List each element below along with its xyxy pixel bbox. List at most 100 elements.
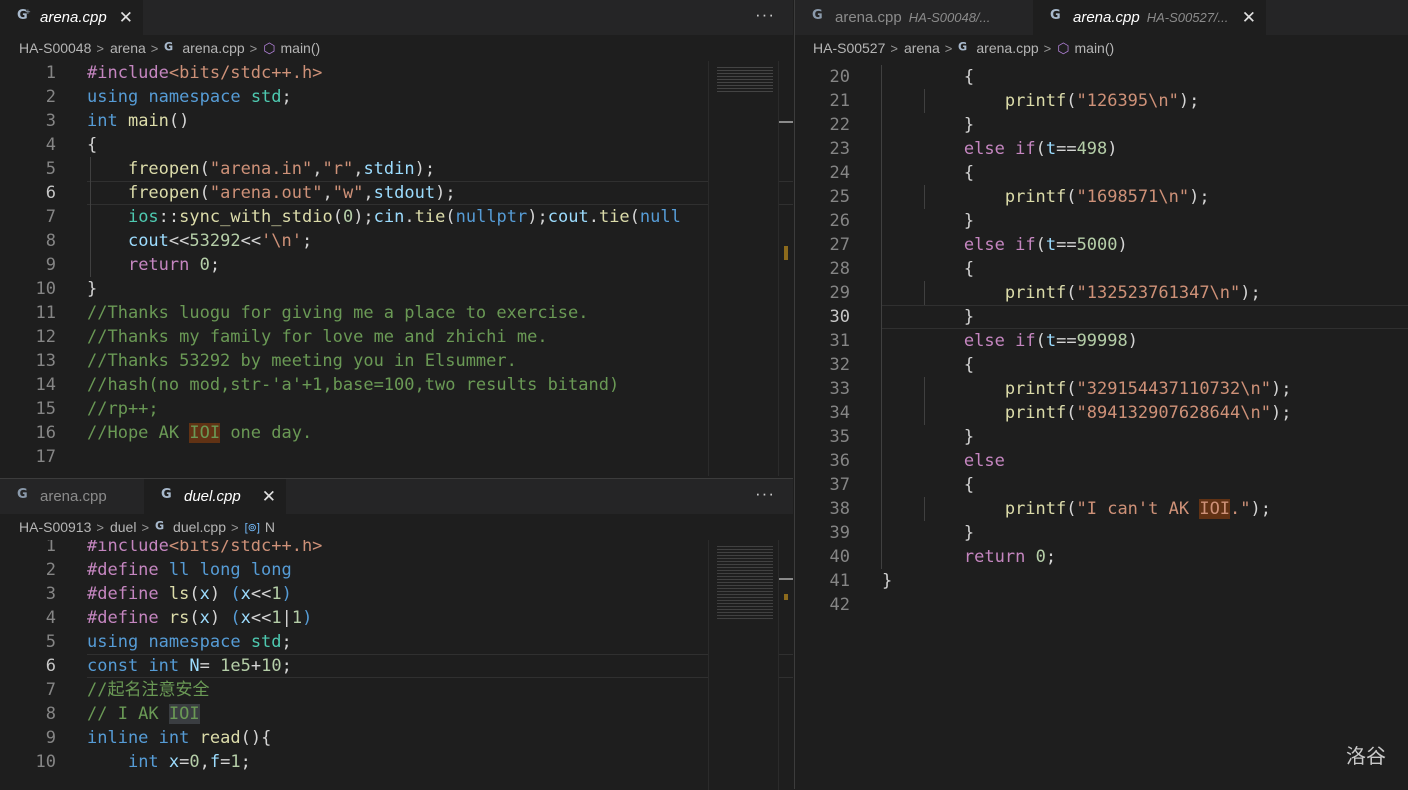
code-line[interactable]: 27 else if(t==5000) — [795, 233, 1408, 257]
code-line[interactable]: 17 — [0, 445, 793, 469]
breadcrumb-subfolder[interactable]: arena — [110, 40, 146, 56]
code-text[interactable]: printf("I can't AK IOI."); — [882, 497, 1271, 521]
line-number[interactable]: 3 — [0, 582, 56, 606]
code-editor[interactable]: 1 #include<bits/stdc++.h> 2 using namespace… — [0, 61, 793, 476]
code-line[interactable]: 30 } — [795, 305, 1408, 329]
code-editor[interactable]: 20 {21 printf("126395\n"); 22 } 23 else if… — [795, 61, 1408, 789]
line-number[interactable]: 37 — [795, 473, 850, 497]
code-text[interactable]: return 0; — [882, 545, 1056, 569]
breadcrumb-folder[interactable]: HA-S00913 — [19, 519, 91, 535]
line-number[interactable]: 21 — [795, 89, 850, 113]
code-text[interactable]: { — [882, 161, 974, 185]
code-line[interactable]: 8 // I AK IOI — [0, 702, 793, 726]
code-text[interactable]: int x=0,f=1; — [87, 750, 251, 774]
code-text[interactable]: { — [882, 353, 974, 377]
code-text[interactable]: else if(t==498) — [882, 137, 1118, 161]
code-text[interactable]: //Thanks 53292 by meeting you in Elsumme… — [87, 349, 517, 373]
code-text[interactable]: } — [882, 425, 974, 449]
code-text[interactable]: } — [882, 521, 974, 545]
code-text[interactable]: printf("894132907628644\n"); — [882, 401, 1292, 425]
line-number[interactable]: 4 — [0, 606, 56, 630]
code-line[interactable]: 3 #define ls(x) (x<<1) — [0, 582, 793, 606]
more-actions-icon[interactable]: ··· — [755, 479, 775, 509]
code-line[interactable]: 25 printf("1698571\n"); — [795, 185, 1408, 209]
code-line[interactable]: 6 const int N= 1e5+10; — [0, 654, 793, 678]
code-text[interactable]: const int N= 1e5+10; — [87, 654, 292, 678]
code-line[interactable]: 34 printf("894132907628644\n"); — [795, 401, 1408, 425]
code-text[interactable]: #define ll long long — [87, 558, 292, 582]
code-text[interactable]: { — [882, 257, 974, 281]
code-text[interactable]: int main() — [87, 109, 189, 133]
code-text[interactable]: } — [882, 113, 974, 137]
line-number[interactable]: 41 — [795, 569, 850, 593]
line-number[interactable]: 10 — [0, 750, 56, 774]
code-text[interactable]: printf("329154437110732\n"); — [882, 377, 1292, 401]
code-text[interactable]: using namespace std; — [87, 85, 292, 109]
line-number[interactable]: 4 — [0, 133, 56, 157]
line-number[interactable]: 3 — [0, 109, 56, 133]
line-number[interactable]: 17 — [0, 445, 56, 469]
vertical-scrollbar[interactable] — [778, 61, 793, 476]
line-number[interactable]: 2 — [0, 558, 56, 582]
line-number[interactable]: 1 — [0, 540, 56, 558]
breadcrumb-symbol[interactable]: N — [265, 519, 275, 535]
line-number[interactable]: 31 — [795, 329, 850, 353]
breadcrumb-folder[interactable]: HA-S00048 — [19, 40, 91, 56]
code-line[interactable]: 5 using namespace std; — [0, 630, 793, 654]
line-number[interactable]: 11 — [0, 301, 56, 325]
code-text[interactable]: printf("132523761347\n"); — [882, 281, 1261, 305]
line-number[interactable]: 2 — [0, 85, 56, 109]
more-actions-icon[interactable]: ··· — [755, 0, 775, 30]
code-text[interactable]: #define rs(x) (x<<1|1) — [87, 606, 312, 630]
code-text[interactable]: return 0; — [87, 253, 220, 277]
code-text[interactable]: else if(t==99998) — [882, 329, 1138, 353]
line-number[interactable]: 27 — [795, 233, 850, 257]
line-number[interactable]: 30 — [795, 305, 850, 329]
line-number[interactable]: 9 — [0, 253, 56, 277]
line-number[interactable]: 34 — [795, 401, 850, 425]
code-text[interactable]: } — [882, 305, 974, 329]
code-line[interactable]: 31 else if(t==99998) — [795, 329, 1408, 353]
code-text[interactable]: freopen("arena.in","r",stdin); — [87, 157, 435, 181]
breadcrumb-symbol[interactable]: main() — [1075, 40, 1115, 56]
code-line[interactable]: 10} — [0, 277, 793, 301]
code-line[interactable]: 7 //起名注意安全 — [0, 678, 793, 702]
code-line[interactable]: 11 //Thanks luogu for giving me a place t… — [0, 301, 793, 325]
line-number[interactable]: 33 — [795, 377, 850, 401]
code-line[interactable]: 28 { — [795, 257, 1408, 281]
line-number[interactable]: 5 — [0, 630, 56, 654]
code-line[interactable]: 16 //Hope AK IOI one day. — [0, 421, 793, 445]
code-editor[interactable]: 1 #include<bits/stdc++.h> 2 #define ll long… — [0, 540, 793, 790]
tab-arena-cpp[interactable]: G + arena.cpp ✕ — [0, 0, 143, 35]
line-number[interactable]: 14 — [0, 373, 56, 397]
code-line[interactable]: 4{ — [0, 133, 793, 157]
line-number[interactable]: 6 — [0, 654, 56, 678]
line-number[interactable]: 29 — [795, 281, 850, 305]
code-text[interactable]: printf("126395\n"); — [882, 89, 1200, 113]
code-text[interactable]: //Hope AK IOI one day. — [87, 421, 312, 445]
line-number[interactable]: 28 — [795, 257, 850, 281]
tab-duel-cpp[interactable]: G duel.cpp ✕ — [144, 479, 286, 514]
line-number[interactable]: 9 — [0, 726, 56, 750]
code-text[interactable]: { — [87, 133, 97, 157]
line-number[interactable]: 8 — [0, 702, 56, 726]
code-text[interactable]: using namespace std; — [87, 630, 292, 654]
code-text[interactable]: } — [882, 209, 974, 233]
code-text[interactable]: #include<bits/stdc++.h> — [87, 61, 322, 85]
code-line[interactable]: 10 int x=0,f=1; — [0, 750, 793, 774]
code-line[interactable]: 41} — [795, 569, 1408, 593]
code-line[interactable]: 8 cout<<53292<<'\n'; — [0, 229, 793, 253]
line-number[interactable]: 22 — [795, 113, 850, 137]
breadcrumb-file[interactable]: duel.cpp — [173, 519, 226, 535]
code-line[interactable]: 37 { — [795, 473, 1408, 497]
code-line[interactable]: 42 — [795, 593, 1408, 617]
code-line[interactable]: 22 } — [795, 113, 1408, 137]
breadcrumb-symbol[interactable]: main() — [281, 40, 321, 56]
line-number[interactable]: 36 — [795, 449, 850, 473]
code-line[interactable]: 3 int main() — [0, 109, 793, 133]
code-text[interactable]: //hash(no mod,str-'a'+1,base=100,two res… — [87, 373, 619, 397]
line-number[interactable]: 15 — [0, 397, 56, 421]
code-text[interactable]: cout<<53292<<'\n'; — [87, 229, 312, 253]
line-number[interactable]: 1 — [0, 61, 56, 85]
line-number[interactable]: 16 — [0, 421, 56, 445]
